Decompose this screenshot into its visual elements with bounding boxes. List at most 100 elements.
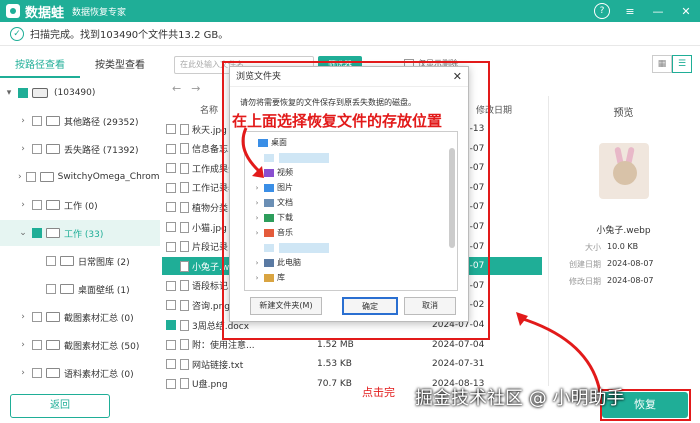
file-date: 2024-07-04 [432, 339, 485, 350]
tree-item[interactable]: › SwitchyOmega_Chromium [0, 164, 160, 190]
dialog-folder-icon [264, 168, 274, 177]
dialog-tree-item[interactable]: › 此电脑 [245, 256, 301, 269]
file-checkbox[interactable] [166, 124, 176, 134]
tree-item[interactable]: ⌄ 工作 (33) [0, 220, 160, 246]
back-button[interactable]: 返回 [10, 394, 110, 418]
dialog-ok-button[interactable]: 确定 [342, 297, 398, 315]
title-bar: 数据蛙 数据恢复专家 ? ≡ — ✕ [0, 0, 700, 22]
file-checkbox[interactable] [166, 300, 176, 311]
tree-item[interactable]: ▾ (103490) [0, 80, 160, 106]
folder-icon [46, 200, 60, 210]
file-icon [180, 143, 189, 155]
dialog-caret-icon[interactable]: › [253, 259, 261, 267]
caret-icon[interactable]: › [18, 312, 28, 322]
dialog-tree-item[interactable]: › 视频 [245, 166, 293, 179]
dialog-folder-tree[interactable]: 桌面 › 视频 › 图片 › 文档 › 下载 › 音乐 › 此电脑 › 库 [244, 131, 458, 291]
dialog-tree-item[interactable] [245, 151, 329, 164]
tree-item-label: SwitchyOmega_Chromium [57, 172, 160, 182]
tree-checkbox[interactable] [32, 368, 42, 378]
caret-icon[interactable]: › [18, 116, 28, 126]
file-checkbox[interactable] [166, 182, 176, 193]
tree-checkbox[interactable] [32, 228, 42, 238]
file-checkbox[interactable] [166, 339, 176, 350]
meta-value: 2024-08-07 [607, 276, 654, 285]
dialog-tree-item[interactable]: › 库 [245, 271, 285, 284]
tree-item[interactable]: 桌面壁纸 (1) [0, 276, 160, 302]
grid-view-icon[interactable]: ▦ [652, 55, 672, 73]
tab-by-type[interactable]: 按类型查看 [80, 56, 160, 78]
file-checkbox[interactable] [166, 222, 176, 232]
tree-checkbox[interactable] [32, 200, 42, 210]
caret-icon[interactable]: ⌄ [18, 228, 28, 238]
tree-checkbox[interactable] [25, 172, 36, 182]
redacted-item [279, 152, 329, 163]
dialog-caret-icon[interactable]: › [253, 274, 261, 282]
back-arrow-icon[interactable]: ← [172, 82, 181, 95]
tree-checkbox[interactable] [32, 340, 42, 350]
dialog-caret-icon[interactable]: › [253, 199, 261, 207]
new-folder-button[interactable]: 新建文件夹(M) [250, 297, 322, 315]
tree-item[interactable]: › 其他路径 (29352) [0, 108, 160, 134]
file-checkbox[interactable] [166, 320, 176, 330]
help-icon[interactable]: ? [594, 3, 610, 19]
caret-icon[interactable]: › [18, 368, 28, 378]
caret-icon[interactable]: › [18, 172, 22, 182]
tree-item[interactable]: › 截图素材汇总 (0) [0, 304, 160, 330]
file-checkbox[interactable] [166, 280, 176, 291]
meta-key: 创建日期 [569, 260, 601, 269]
file-row[interactable]: 附：使用注意... 1.52 MB 2024-07-04 [162, 336, 542, 354]
file-checkbox[interactable] [166, 241, 176, 252]
file-checkbox[interactable] [166, 378, 176, 389]
file-checkbox[interactable] [166, 359, 176, 370]
close-icon[interactable]: ✕ [678, 3, 694, 19]
view-tabs: 按路径查看 按类型查看 [0, 56, 160, 78]
file-checkbox[interactable] [166, 143, 176, 154]
tree-item[interactable]: › 丢失路径 (71392) [0, 136, 160, 162]
file-checkbox[interactable] [166, 261, 176, 272]
caret-icon[interactable]: › [18, 144, 28, 154]
dialog-message: 请勿将需要恢复的文件保存到原丢失数据的磁盘。 [240, 98, 416, 107]
tree-checkbox[interactable] [46, 284, 56, 294]
tree-item[interactable]: › 语料素材汇总 (0) [0, 360, 160, 386]
preview-panel: 预览 小兔子.webp 大小 10.0 KB 创建日期 2024-08-07 修改日期 2… [548, 96, 698, 386]
folder-icon [39, 172, 54, 182]
file-checkbox[interactable] [166, 163, 176, 174]
tree-checkbox[interactable] [46, 256, 56, 266]
forward-arrow-icon[interactable]: → [191, 82, 200, 95]
dialog-caret-icon[interactable]: › [253, 229, 261, 237]
dialog-tree-item[interactable] [245, 241, 329, 254]
dialog-tree-item[interactable]: › 图片 [245, 181, 293, 194]
dialog-cancel-button[interactable]: 取消 [404, 297, 456, 315]
dialog-caret-icon[interactable]: › [253, 214, 261, 222]
caret-icon[interactable]: › [18, 200, 28, 210]
tree-checkbox[interactable] [32, 144, 42, 154]
list-view-icon[interactable]: ☰ [672, 55, 692, 73]
tab-by-path[interactable]: 按路径查看 [0, 56, 80, 78]
minimize-icon[interactable]: — [650, 3, 666, 19]
dialog-caret-icon[interactable]: › [253, 169, 261, 177]
dialog-tree-item[interactable]: › 音乐 [245, 226, 293, 239]
tree-checkbox[interactable] [32, 116, 42, 126]
tree-item[interactable]: › 工作 (0) [0, 192, 160, 218]
dialog-close-icon[interactable]: ✕ [453, 70, 462, 83]
menu-icon[interactable]: ≡ [622, 3, 638, 19]
tree-item[interactable]: › 截图素材汇总 (50) [0, 332, 160, 358]
column-header-name[interactable]: 名称 [200, 103, 218, 116]
tree-checkbox[interactable] [32, 312, 42, 322]
dialog-scrollbar[interactable] [449, 148, 455, 248]
caret-icon[interactable]: › [18, 340, 28, 350]
dialog-tree-item[interactable]: › 文档 [245, 196, 293, 209]
caret-icon[interactable]: ▾ [4, 88, 14, 98]
dialog-caret-icon[interactable]: › [253, 184, 261, 192]
app-subtitle: 数据恢复专家 [72, 7, 127, 18]
dialog-folder-icon [264, 228, 274, 237]
column-header-date[interactable]: 修改日期 [476, 103, 512, 116]
dialog-tree-item[interactable]: › 下载 [245, 211, 293, 224]
file-row[interactable]: 网站链接.txt 1.53 KB 2024-07-31 [162, 355, 542, 373]
tree-checkbox[interactable] [18, 88, 28, 98]
tree-item[interactable]: 日常图库 (2) [0, 248, 160, 274]
app-logo-icon [6, 4, 20, 18]
file-checkbox[interactable] [166, 202, 176, 213]
dialog-tree-item[interactable]: 桌面 [245, 136, 287, 149]
file-icon [180, 280, 189, 292]
